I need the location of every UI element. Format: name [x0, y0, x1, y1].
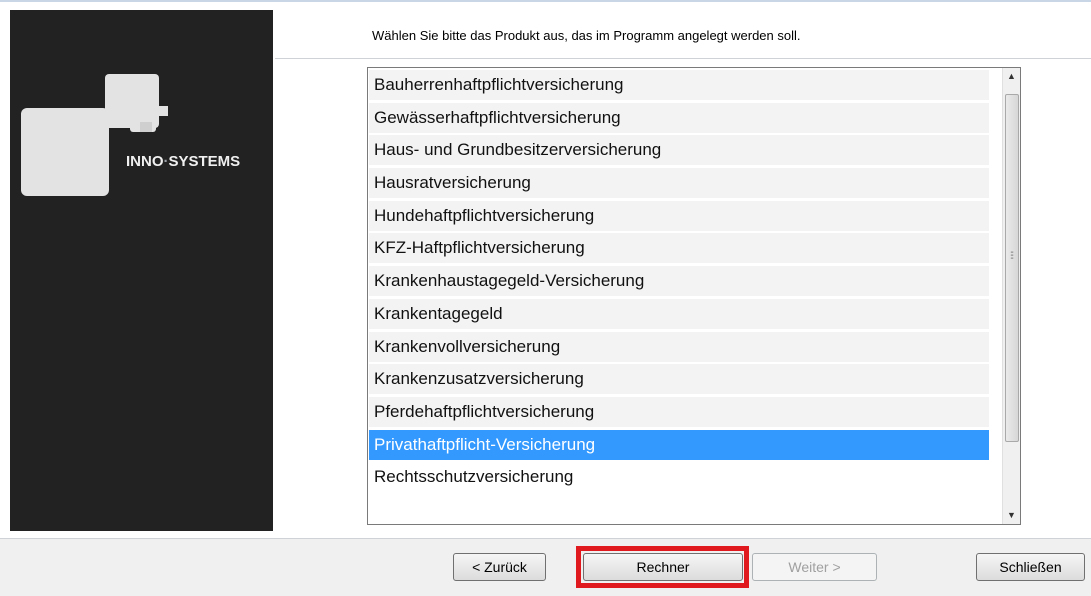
window-top-edge [0, 0, 1091, 2]
list-item[interactable]: KFZ-Haftpflichtversicherung [369, 233, 989, 264]
list-item-selected[interactable]: Privathaftpflicht-Versicherung [369, 429, 989, 460]
logo-dot-secondary [140, 122, 152, 132]
brand-sidebar: INNO·SYSTEMS [10, 10, 273, 531]
list-item[interactable]: Krankentagegeld [369, 298, 989, 329]
list-item[interactable]: Rechtsschutzversicherung [369, 462, 989, 493]
close-button[interactable]: Schließen [976, 553, 1085, 581]
scroll-up-arrow-icon[interactable]: ▲ [1003, 68, 1020, 85]
list-item[interactable]: Krankenhaustagegeld-Versicherung [369, 266, 989, 297]
brand-name: INNO·SYSTEMS [126, 153, 240, 170]
next-button[interactable]: Weiter > [752, 553, 877, 581]
scrollbar-thumb[interactable]: --- [1005, 94, 1019, 442]
logo-dot [158, 106, 168, 116]
logo-square-large [21, 108, 109, 196]
product-listbox[interactable]: Bauherrenhaftpflichtversicherung Gewässe… [367, 67, 1021, 525]
back-button[interactable]: < Zurück [453, 553, 546, 581]
list-item[interactable]: Pferdehaftpflichtversicherung [369, 396, 989, 427]
list-item[interactable]: Hundehaftpflichtversicherung [369, 200, 989, 231]
scrollbar-grip-icon: --- [1010, 247, 1014, 264]
vertical-scrollbar[interactable]: ▲ --- ▼ [1002, 68, 1020, 524]
brand-name-part2: SYSTEMS [168, 153, 241, 170]
list-item[interactable]: Krankenzusatzversicherung [369, 364, 989, 395]
scroll-down-arrow-icon[interactable]: ▼ [1003, 507, 1020, 524]
list-item[interactable]: Krankenvollversicherung [369, 331, 989, 362]
list-item[interactable]: Bauherrenhaftpflichtversicherung [369, 70, 989, 100]
header-divider [275, 58, 1091, 59]
list-item[interactable]: Haus- und Grundbesitzerversicherung [369, 135, 989, 166]
list-item[interactable]: Gewässerhaftpflichtversicherung [369, 102, 989, 133]
list-item[interactable]: Hausratversicherung [369, 168, 989, 199]
instruction-text: Wählen Sie bitte das Produkt aus, das im… [372, 28, 801, 43]
product-list: Bauherrenhaftpflichtversicherung Gewässe… [369, 70, 989, 495]
annotation-highlight-box [576, 546, 749, 588]
brand-name-part1: INNO [126, 153, 164, 170]
